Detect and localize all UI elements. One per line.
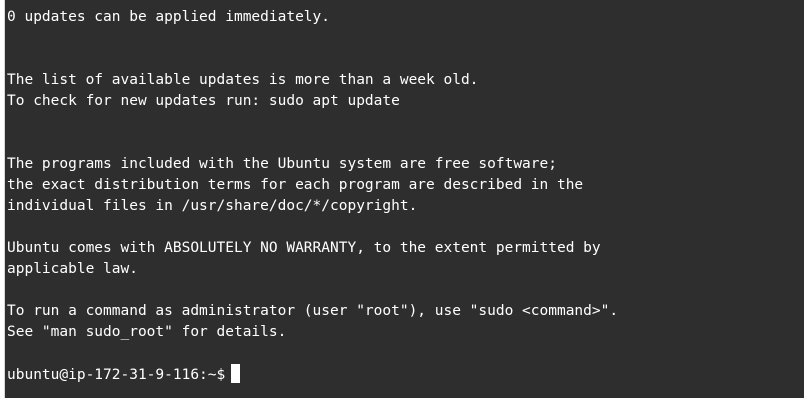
output-line: 0 updates can be applied immediately. (7, 9, 331, 25)
output-line: To check for new updates run: sudo apt u… (7, 93, 400, 109)
output-line: the exact distribution terms for each pr… (7, 177, 584, 193)
output-line: applicable law. (7, 261, 138, 277)
output-line: The list of available updates is more th… (7, 72, 479, 88)
output-line: The programs included with the Ubuntu sy… (7, 156, 557, 172)
text-cursor (231, 364, 241, 383)
prompt-line[interactable]: ubuntu@ip-172-31-9-116:~$ (7, 364, 804, 385)
output-line: individual files in /usr/share/doc/*/cop… (7, 198, 418, 214)
output-line: To run a command as administrator (user … (7, 303, 619, 319)
output-line: Ubuntu comes with ABSOLUTELY NO WARRANTY… (7, 240, 601, 256)
shell-prompt: ubuntu@ip-172-31-9-116:~$ (7, 367, 226, 383)
terminal-window[interactable]: 0 updates can be applied immediately. Th… (4, 0, 804, 398)
output-line: See "man sudo_root" for details. (7, 324, 287, 340)
terminal-output: 0 updates can be applied immediately. Th… (7, 7, 804, 398)
